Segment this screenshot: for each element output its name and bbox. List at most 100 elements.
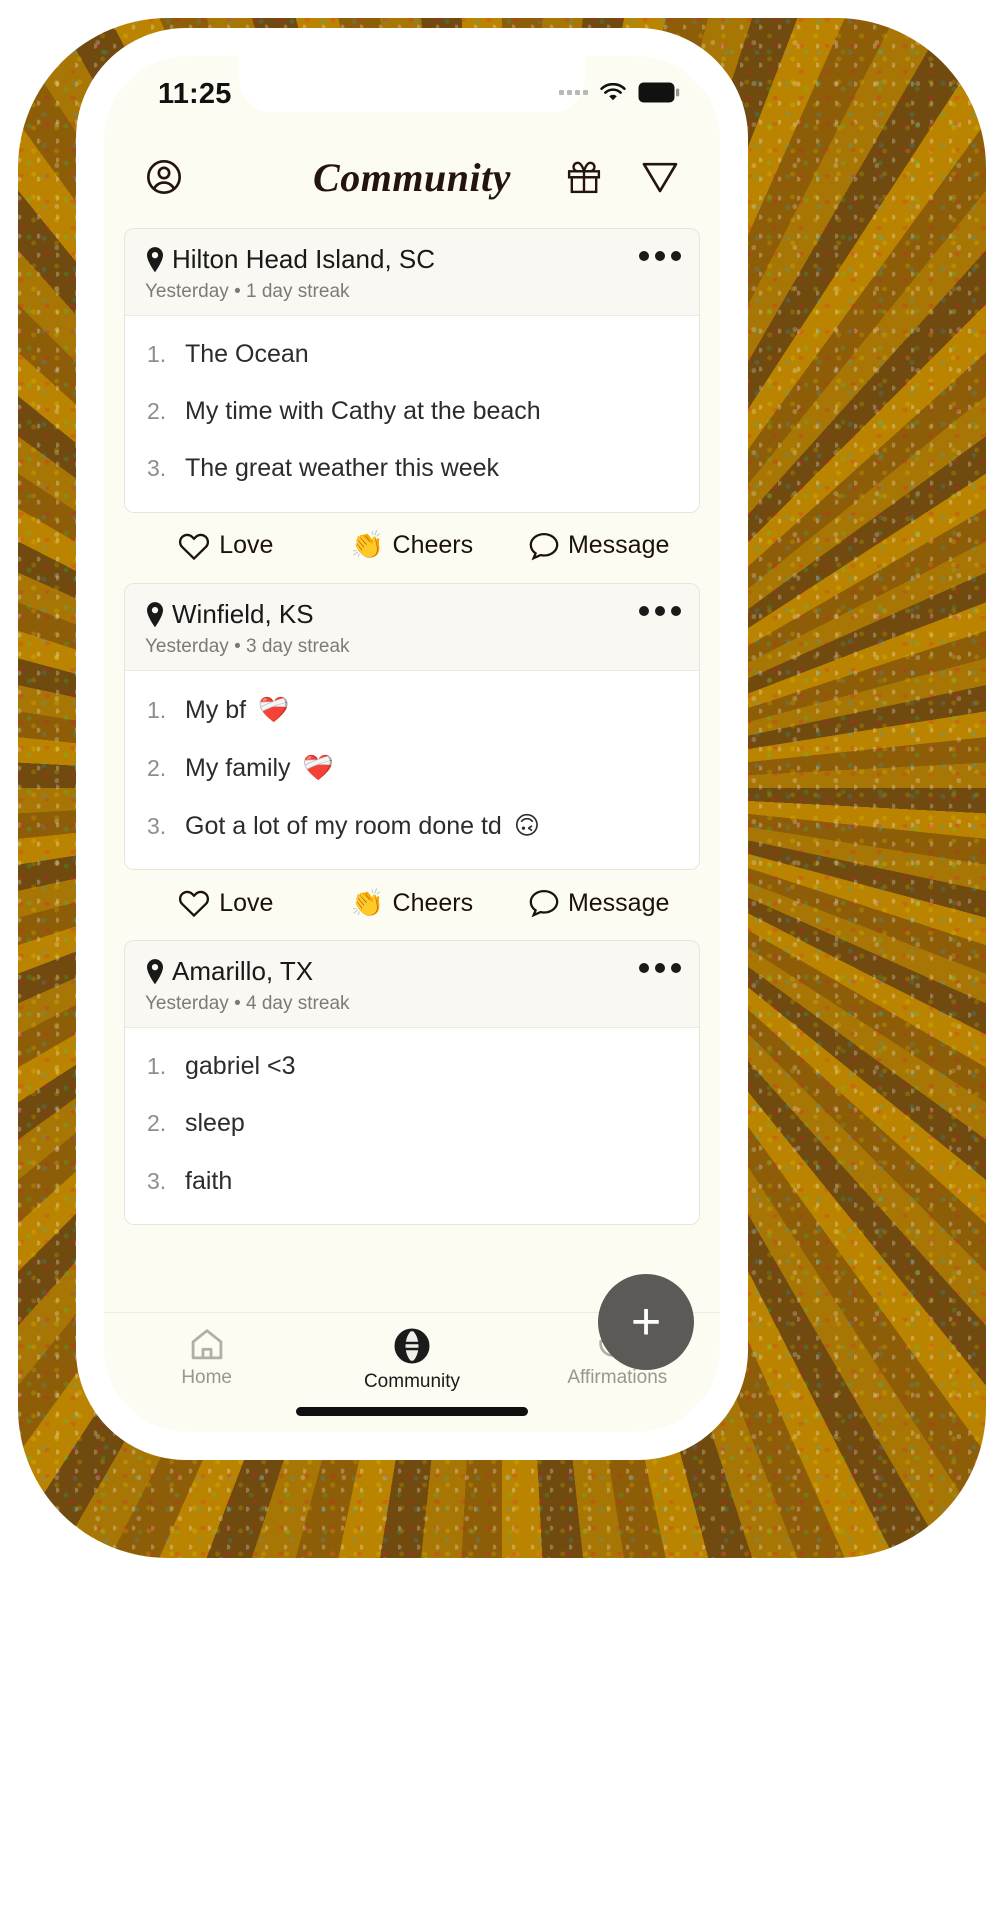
post-location-text: Hilton Head Island, SC <box>172 244 436 274</box>
gratitude-item-text: sleep <box>185 1109 245 1138</box>
post-gratitude-list: 1. gabriel <3 2. sleep 3. faith <box>125 1028 699 1224</box>
post-gratitude-list: 1. The Ocean 2. My time with Cathy at th… <box>125 315 699 512</box>
status-bar-icons <box>559 82 680 103</box>
post-gratitude-list: 1. My bf ❤️‍🩹 2. My family ❤️‍🩹 3. Got a… <box>125 670 699 870</box>
love-button-label: Love <box>219 531 274 560</box>
heart-outline-icon <box>177 531 211 561</box>
post-location: Hilton Head Island, SC <box>145 244 679 275</box>
speech-bubble-icon <box>528 888 560 918</box>
plus-icon: + <box>630 1293 662 1351</box>
battery-full-icon <box>638 82 680 103</box>
gratitude-item-text: gabriel <3 <box>185 1052 296 1081</box>
feed-post: Hilton Head Island, SC Yesterday • 1 day… <box>124 228 700 569</box>
post-header: Amarillo, TX Yesterday • 4 day streak <box>125 941 699 1029</box>
gratitude-item-text: The great weather this week <box>185 454 500 483</box>
gratitude-item-number: 3. <box>147 455 167 482</box>
globe-icon <box>393 1327 431 1365</box>
phone-device: 11:25 Community Hilton Head Island, SC Y… <box>82 34 742 1454</box>
more-options-icon[interactable] <box>639 963 681 974</box>
gratitude-item: 2. My time with Cathy at the beach <box>125 383 699 440</box>
app-header-actions <box>560 153 684 201</box>
tab-affirmations-label: Affirmations <box>567 1367 668 1388</box>
gratitude-item-number: 1. <box>147 1053 167 1080</box>
message-button[interactable]: Message <box>505 531 692 561</box>
tab-community-label: Community <box>363 1371 461 1392</box>
gratitude-item: 3. faith <box>125 1153 699 1210</box>
gratitude-item-number: 3. <box>147 1167 167 1194</box>
gratitude-item-text: My time with Cathy at the beach <box>185 397 541 426</box>
post-header: Winfield, KS Yesterday • 3 day streak <box>125 583 699 671</box>
house-icon <box>188 1327 226 1361</box>
status-bar-time: 11:25 <box>158 78 232 110</box>
location-pin-icon <box>145 601 165 628</box>
more-options-icon[interactable] <box>639 251 681 261</box>
more-options-icon[interactable] <box>639 605 681 616</box>
gratitude-item-text: My family <box>185 753 291 782</box>
gratitude-item-emoji: 🙃 <box>513 811 540 841</box>
feed-post: Amarillo, TX Yesterday • 4 day streak 1.… <box>124 940 700 1225</box>
post-meta: Yesterday • 1 day streak <box>145 280 350 302</box>
phone-screen: 11:25 Community Hilton Head Island, SC Y… <box>104 56 720 1432</box>
device-notch <box>239 56 585 112</box>
message-button[interactable]: Message <box>505 888 692 918</box>
message-button-label: Message <box>567 888 670 917</box>
gratitude-item-emoji: ❤️‍🩹 <box>302 752 334 782</box>
speech-bubble-icon <box>528 531 560 561</box>
post-location-text: Amarillo, TX <box>172 956 314 987</box>
message-button-label: Message <box>567 531 670 560</box>
tab-home-label: Home <box>181 1367 232 1388</box>
wifi-icon <box>599 82 627 103</box>
app-header: Community <box>104 134 720 220</box>
feed-post: Winfield, KS Yesterday • 3 day streak 1.… <box>124 582 700 927</box>
gratitude-item-emoji: ❤️‍🩹 <box>258 694 290 724</box>
gratitude-item: 1. The Ocean <box>125 326 699 383</box>
clapping-hands-icon: 👏 <box>350 887 385 919</box>
post-card: Hilton Head Island, SC Yesterday • 1 day… <box>124 228 700 513</box>
gratitude-item-number: 1. <box>147 340 167 367</box>
gratitude-item: 3. Got a lot of my room done td 🙃 <box>125 797 699 855</box>
profile-circle-icon[interactable] <box>140 153 188 201</box>
gratitude-item-text: The Ocean <box>185 339 309 368</box>
post-card: Amarillo, TX Yesterday • 4 day streak 1.… <box>124 940 700 1225</box>
tab-home[interactable]: Home <box>104 1327 309 1389</box>
post-card: Winfield, KS Yesterday • 3 day streak 1.… <box>124 582 700 871</box>
add-post-fab[interactable]: + <box>598 1274 694 1370</box>
gratitude-item-text: My bf <box>185 695 247 724</box>
gift-icon[interactable] <box>560 153 608 201</box>
post-location-text: Winfield, KS <box>172 598 314 629</box>
gratitude-item-number: 1. <box>147 696 167 723</box>
clapping-hands-icon: 👏 <box>350 530 385 562</box>
love-button[interactable]: Love <box>132 531 319 561</box>
post-header: Hilton Head Island, SC Yesterday • 1 day… <box>125 229 699 316</box>
tab-community[interactable]: Community <box>309 1327 514 1393</box>
gratitude-item: 2. My family ❤️‍🩹 <box>125 739 699 797</box>
post-meta: Yesterday • 3 day streak <box>145 635 350 657</box>
community-feed[interactable]: Hilton Head Island, SC Yesterday • 1 day… <box>104 220 720 1312</box>
heart-outline-icon <box>177 888 211 918</box>
gratitude-item-text: faith <box>185 1166 233 1195</box>
gratitude-item-number: 2. <box>147 1110 167 1137</box>
gratitude-item-number: 3. <box>147 813 167 840</box>
post-meta: Yesterday • 4 day streak <box>145 993 350 1015</box>
cheers-button[interactable]: 👏 Cheers <box>319 531 506 561</box>
cheers-button-label: Cheers <box>392 531 474 560</box>
post-location: Amarillo, TX <box>145 956 679 987</box>
gratitude-item: 3. The great weather this week <box>125 440 699 497</box>
love-button-label: Love <box>219 888 274 917</box>
status-bar: 11:25 <box>104 56 720 134</box>
gratitude-item-text: Got a lot of my room done td <box>185 812 502 841</box>
love-button[interactable]: Love <box>132 888 319 918</box>
post-actions: Love 👏 Cheers Message <box>124 513 700 569</box>
send-paper-plane-icon[interactable] <box>636 153 684 201</box>
cellular-dots-icon <box>559 90 588 95</box>
gratitude-item-number: 2. <box>147 398 167 425</box>
cheers-button[interactable]: 👏 Cheers <box>319 888 506 918</box>
gratitude-item: 1. My bf ❤️‍🩹 <box>125 681 699 739</box>
home-indicator[interactable] <box>296 1407 528 1416</box>
cheers-button-label: Cheers <box>392 888 474 917</box>
post-actions: Love 👏 Cheers Message <box>124 870 700 926</box>
location-pin-icon <box>145 247 165 273</box>
gratitude-item: 2. sleep <box>125 1095 699 1152</box>
gratitude-item-number: 2. <box>147 754 167 781</box>
location-pin-icon <box>145 959 165 985</box>
